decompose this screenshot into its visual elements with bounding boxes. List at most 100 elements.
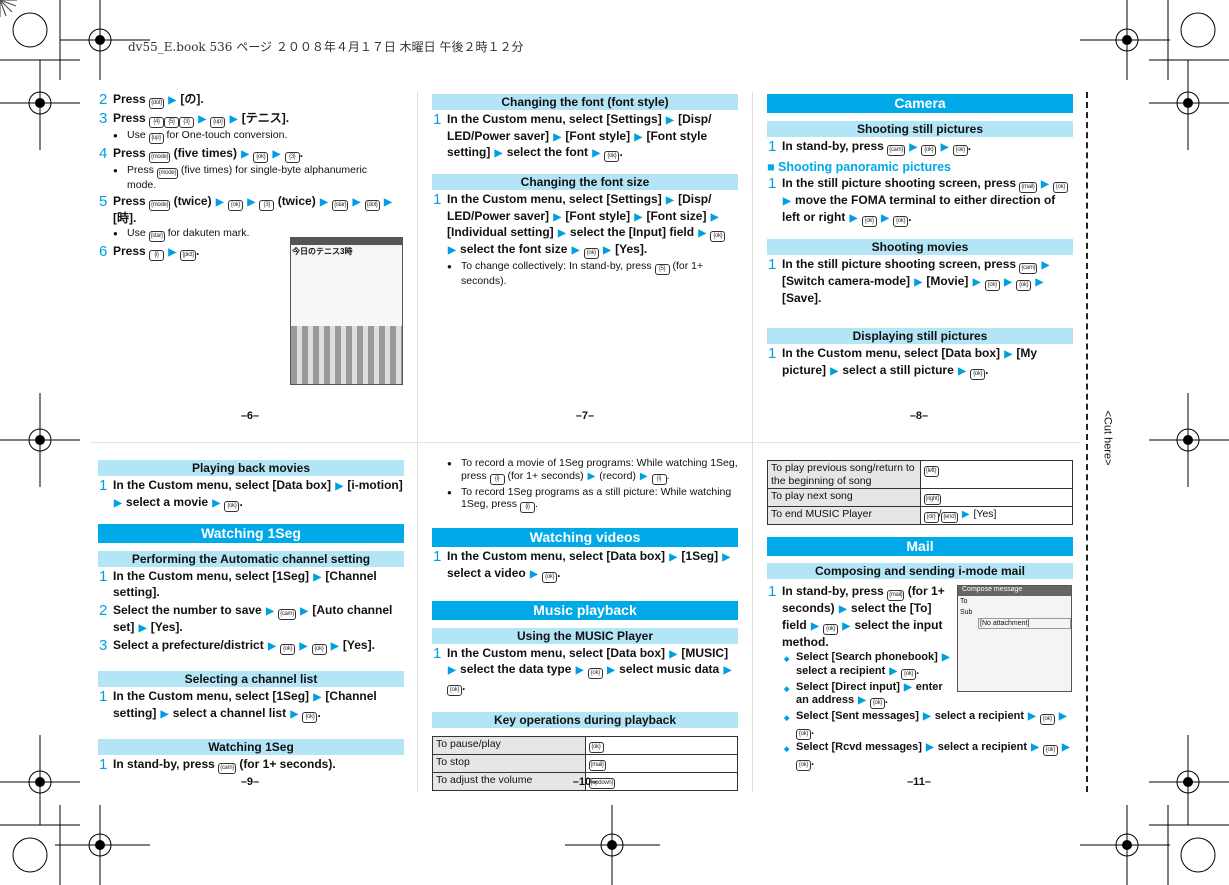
arrow-icon: ▶ bbox=[1041, 259, 1050, 271]
arrow-icon: ▶ bbox=[1031, 742, 1039, 754]
cut-line bbox=[1086, 92, 1088, 792]
arrow-icon: ▶ bbox=[300, 605, 308, 617]
ok-key-icon: {ok} bbox=[1053, 182, 1068, 193]
arrow-icon: ▶ bbox=[669, 552, 678, 563]
step-number: 1 bbox=[99, 755, 108, 773]
note: To change collectively: In stand-by, pre… bbox=[432, 260, 738, 288]
step-text: Press {i} ▶ {pict}. bbox=[113, 244, 199, 262]
ok-key-icon: {ok} bbox=[1042, 745, 1058, 757]
arrow-icon: ▶ bbox=[634, 211, 643, 223]
table-row: To play next song {right} bbox=[767, 488, 1073, 507]
i-key-icon: {i} bbox=[651, 473, 667, 485]
arrow-icon: ▶ bbox=[940, 142, 949, 153]
section-header: Changing the font (font style) bbox=[432, 94, 738, 110]
arrow-icon: ▶ bbox=[1028, 711, 1036, 723]
ok-key-icon: {ok} bbox=[1016, 279, 1032, 291]
step-number: 1 bbox=[768, 138, 777, 155]
section-header: Selecting a channel list bbox=[98, 671, 404, 688]
arrow-icon: ▶ bbox=[1061, 742, 1070, 754]
option-item: Select [Rcvd messages] ▶ select a recipi… bbox=[767, 741, 1073, 772]
arrow-icon: ▶ bbox=[571, 245, 580, 257]
section-header: Composing and sending i-mode mail bbox=[767, 563, 1073, 579]
book-header-line: dv55_E.book 536 ページ ２００８年４月１７日 木曜日 午後２時１… bbox=[128, 40, 524, 54]
table-row: To pause/play {ok} bbox=[432, 736, 738, 756]
step-number: 2 bbox=[99, 91, 108, 108]
step-number: 1 bbox=[433, 548, 442, 565]
page-7: Changing the font (font style) 1 In the C… bbox=[432, 94, 738, 288]
ok-key-icon: {ok} bbox=[224, 500, 240, 512]
arrow-icon: ▶ bbox=[553, 131, 562, 143]
screen-title: Compose message bbox=[958, 586, 1071, 596]
chapter-header: Music playback bbox=[432, 600, 738, 620]
ok-key-icon: {ok} bbox=[311, 644, 327, 656]
step-number: 1 bbox=[433, 111, 442, 128]
step-number: 1 bbox=[99, 688, 108, 706]
step-text: In stand-by, press {mail} (for 1+ second… bbox=[782, 584, 945, 649]
ok-key-icon: {ok} bbox=[280, 644, 296, 656]
5-key-icon: {5} bbox=[164, 117, 180, 128]
note: To record 1Seg programs as a still pictu… bbox=[432, 486, 738, 513]
screen-attachment: [No attachment] bbox=[978, 618, 1071, 629]
ok-key-icon: {ok} bbox=[823, 623, 839, 635]
step-text: Press {mode} (twice) ▶ {ok} ▶ {3} (twice… bbox=[113, 193, 392, 225]
arrow-icon: ▶ bbox=[710, 211, 719, 223]
chapter-header: Watching videos bbox=[432, 528, 738, 547]
arrow-icon: ▶ bbox=[290, 708, 299, 720]
i-key-icon: {i} bbox=[489, 473, 505, 485]
ok-key-icon: {ok} bbox=[302, 711, 318, 723]
arrow-icon: ▶ bbox=[607, 665, 615, 677]
note: To record a movie of 1Seg programs: Whil… bbox=[432, 457, 738, 485]
arrow-icon: ▶ bbox=[903, 681, 912, 693]
page-10: To record a movie of 1Seg programs: Whil… bbox=[432, 456, 738, 792]
arrow-icon: ▶ bbox=[1004, 276, 1012, 288]
step-number: 4 bbox=[99, 145, 108, 162]
step-number: 1 bbox=[433, 644, 442, 662]
step-text: In the Custom menu, select [Settings] ▶ … bbox=[447, 112, 711, 163]
ok-key-icon: {ok} bbox=[604, 151, 620, 163]
ok-key-icon: {ok} bbox=[587, 668, 603, 680]
phone-screenshot-compose-mail: Compose message To Sub [No attachment] bbox=[957, 585, 1072, 692]
arrow-icon: ▶ bbox=[858, 695, 866, 707]
step-text: In the Custom menu, select [1Seg] ▶ [Cha… bbox=[113, 689, 377, 723]
arrow-icon: ▶ bbox=[722, 552, 731, 563]
4-key-icon: {4} bbox=[149, 117, 165, 128]
key-cell: {mail} bbox=[584, 754, 738, 774]
key-cell: {ok} bbox=[584, 736, 738, 756]
arrow-icon: ▶ bbox=[1004, 349, 1013, 361]
star-key-icon: {star} bbox=[332, 199, 349, 211]
chapter-header: Mail bbox=[767, 537, 1073, 556]
ok-key-icon: {ok} bbox=[588, 742, 604, 754]
screen-to: To bbox=[960, 598, 968, 605]
up-key-icon: {up} bbox=[148, 133, 164, 144]
3-key-icon: {3} bbox=[259, 199, 275, 211]
ok-key-icon: {ok} bbox=[796, 729, 811, 741]
arrow-icon: ▶ bbox=[587, 470, 596, 482]
arrow-icon: ▶ bbox=[842, 620, 851, 632]
arrow-icon: ▶ bbox=[1035, 276, 1044, 288]
i-key-icon: {i} bbox=[519, 502, 535, 513]
left-key-icon: {left} bbox=[923, 466, 939, 477]
section-header: Changing the font size bbox=[432, 174, 738, 191]
key-operations-table-continued: To play previous song/return to the begi… bbox=[767, 460, 1073, 525]
arrow-icon: ▶ bbox=[909, 142, 918, 153]
5-key-icon: {5} bbox=[654, 264, 670, 276]
mode-key-icon: {mode} bbox=[149, 199, 171, 211]
ok-key-icon: {ok} bbox=[796, 760, 811, 772]
arrow-icon: ▶ bbox=[268, 641, 276, 653]
step-number: 6 bbox=[99, 243, 108, 261]
cam-key-icon: {cam} bbox=[887, 145, 905, 156]
arrow-icon: ▶ bbox=[168, 95, 177, 106]
3-key-icon: {3} bbox=[179, 117, 195, 128]
step-number: 1 bbox=[768, 345, 777, 363]
arrow-icon: ▶ bbox=[575, 665, 584, 677]
arrow-icon: ▶ bbox=[914, 276, 923, 288]
step-text: In the Custom menu, select [Data box] ▶ … bbox=[447, 549, 731, 583]
page-8: Camera Shooting still pictures 1 In stand… bbox=[767, 94, 1073, 380]
ok-key-icon: {ok} bbox=[901, 668, 917, 680]
arrow-icon: ▶ bbox=[669, 648, 678, 660]
step-text: In the Custom menu, select [Data box] ▶ … bbox=[782, 346, 1037, 380]
page-9: Playing back movies 1 In the Custom menu,… bbox=[98, 460, 404, 774]
arrow-icon: ▶ bbox=[215, 196, 224, 208]
ok-key-icon: {ok} bbox=[952, 145, 968, 156]
arrow-icon: ▶ bbox=[830, 365, 839, 377]
